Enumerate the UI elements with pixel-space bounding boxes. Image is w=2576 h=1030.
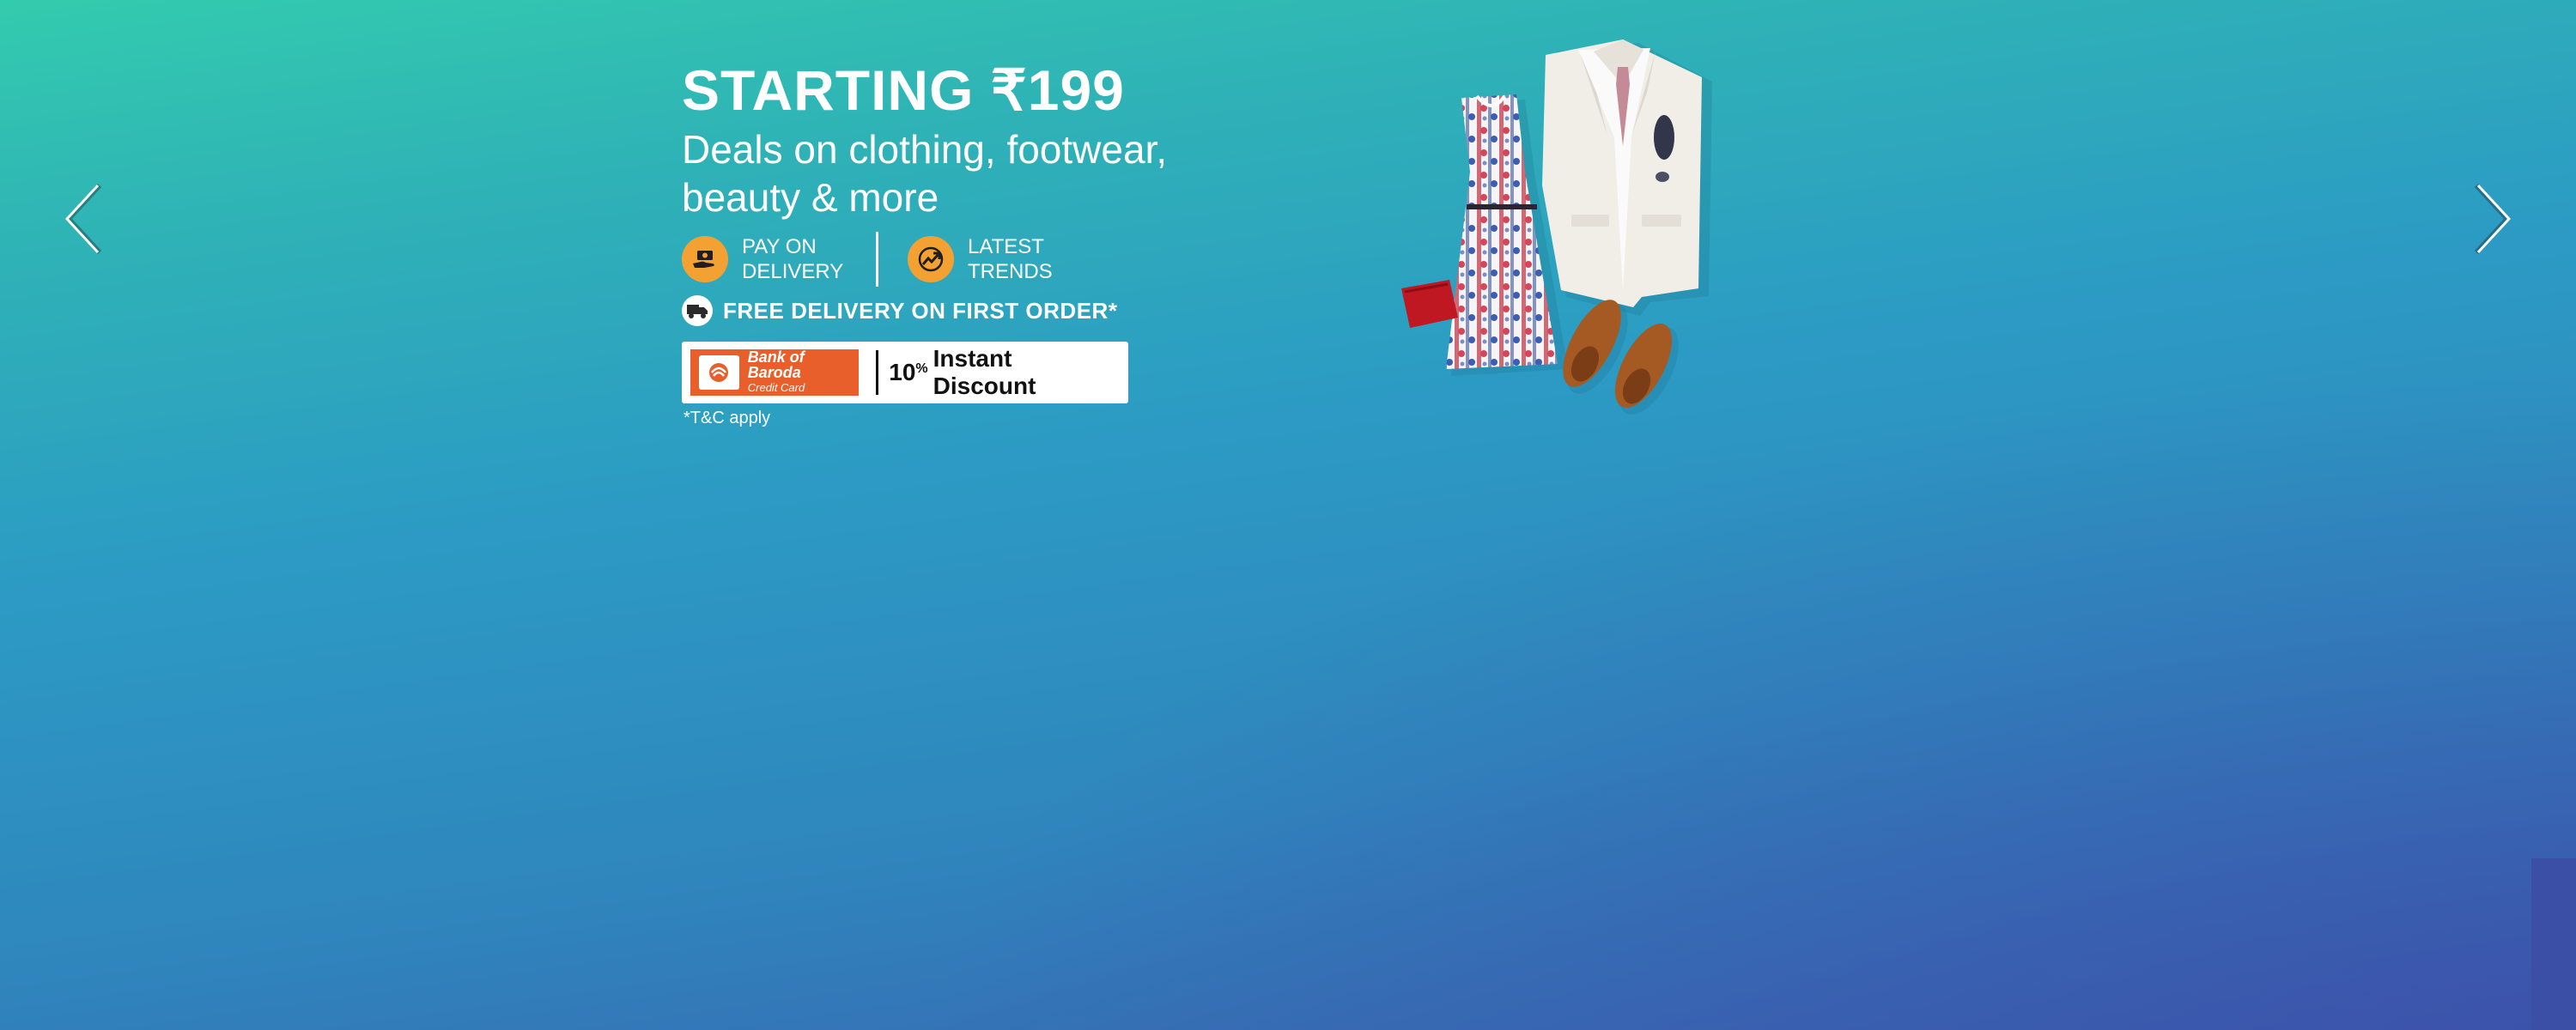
discount-percent: % <box>915 361 928 376</box>
discount-number: 10 <box>889 359 916 385</box>
banner-edge-strip <box>2531 858 2576 1030</box>
free-delivery-text: FREE DELIVERY ON FIRST ORDER* <box>723 297 1118 324</box>
banner-headline: STARTING ₹199 <box>682 58 1125 122</box>
truck-icon <box>682 295 713 326</box>
chevron-right-icon <box>2474 183 2512 255</box>
bank-of-baroda-logo-icon <box>699 355 739 390</box>
free-delivery-row: FREE DELIVERY ON FIRST ORDER* <box>682 295 1249 326</box>
terms-note: *T&C apply <box>683 409 771 427</box>
bank-card-text: Bank of Baroda Credit Card <box>748 349 860 396</box>
outfit-product-image[interactable] <box>1365 34 1726 429</box>
feature-pay-on-delivery: PAY ON DELIVERY <box>682 234 854 284</box>
bank-offer-box[interactable]: Bank of Baroda Credit Card 10 % Instant … <box>682 342 1128 403</box>
offer-divider <box>876 350 879 395</box>
bank-name: Bank of Baroda <box>747 348 805 381</box>
feature-label: LATEST TRENDS <box>968 235 1053 283</box>
chevron-left-icon <box>64 183 102 255</box>
hero-carousel-banner[interactable]: STARTING ₹199 Deals on clothing, footwea… <box>0 0 2576 1030</box>
feature-label: PAY ON DELIVERY <box>742 235 844 283</box>
feature-latest-trends: LATEST TRENDS <box>908 234 1079 284</box>
discount-label: Instant Discount <box>933 345 1036 399</box>
banner-subline: Deals on clothing, footwear, beauty & mo… <box>682 127 1168 220</box>
carousel-next-button[interactable] <box>2464 180 2516 258</box>
feature-list: PAY ON DELIVERY LATEST TRENDS <box>682 232 1249 287</box>
bank-of-baroda-card: Bank of Baroda Credit Card <box>690 349 860 396</box>
banner-content[interactable]: STARTING ₹199 Deals on clothing, footwea… <box>682 57 1249 428</box>
feature-divider <box>876 232 878 287</box>
card-type: Credit Card <box>747 381 805 394</box>
carousel-prev-button[interactable] <box>60 180 112 258</box>
cash-hand-icon <box>682 236 728 282</box>
trending-arrow-icon <box>908 236 954 282</box>
